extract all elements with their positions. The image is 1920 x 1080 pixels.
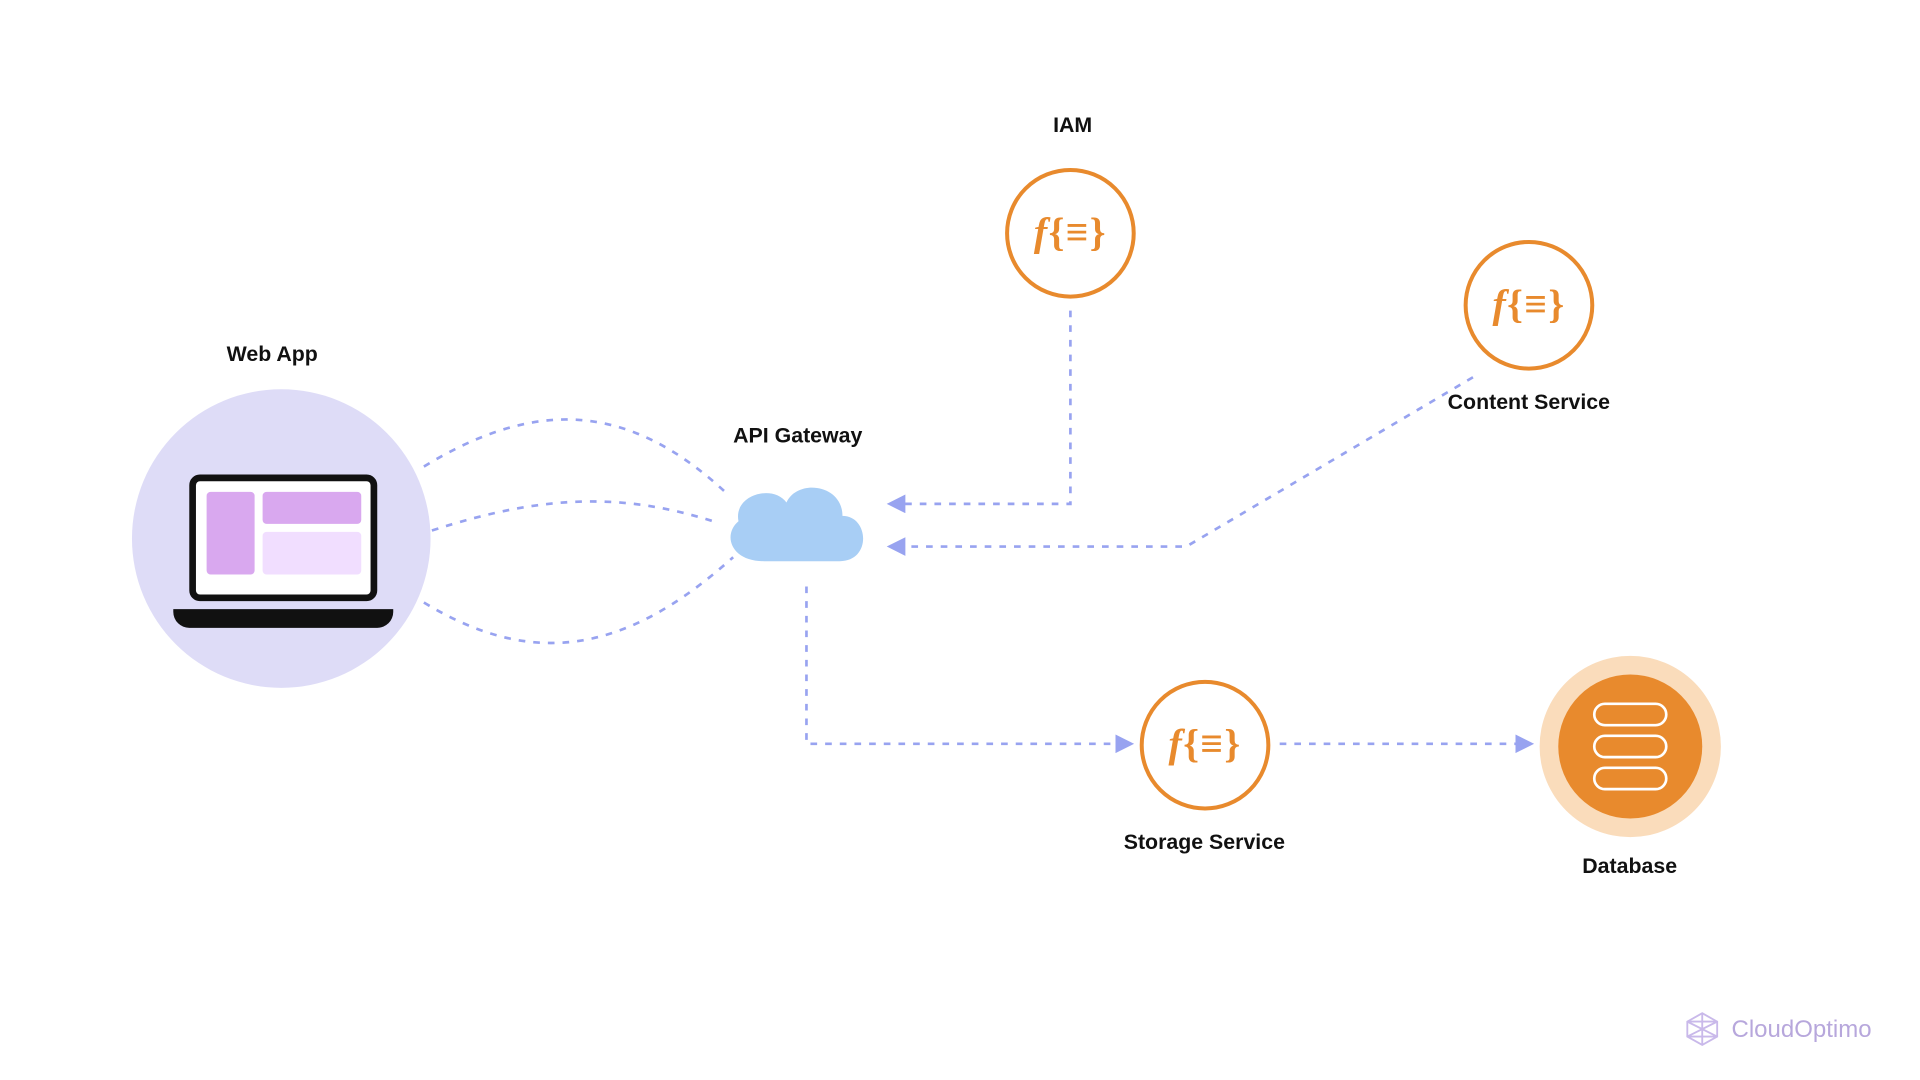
db-row bbox=[1593, 766, 1668, 790]
connector-webapp-gateway-1 bbox=[424, 419, 727, 493]
function-glyph: f{≡} bbox=[1492, 283, 1565, 328]
laptop-panel-main bbox=[263, 532, 362, 575]
storage-label: Storage Service bbox=[1124, 832, 1285, 856]
db-row bbox=[1593, 702, 1668, 726]
content-label: Content Service bbox=[1448, 392, 1610, 416]
iam-label: IAM bbox=[1053, 115, 1092, 139]
content-function-icon: f{≡} bbox=[1464, 240, 1595, 371]
connector-webapp-gateway-2 bbox=[432, 501, 717, 530]
brand-watermark: CloudOptimo bbox=[1684, 1010, 1872, 1047]
laptop-icon bbox=[173, 475, 393, 628]
database-label: Database bbox=[1582, 856, 1677, 880]
connector-gateway-storage bbox=[806, 587, 1130, 744]
connector-iam-gateway bbox=[890, 311, 1070, 504]
iam-function-icon: f{≡} bbox=[1005, 168, 1136, 299]
connector-content-gateway bbox=[890, 377, 1473, 546]
cloud-icon bbox=[714, 471, 874, 575]
laptop-screen bbox=[189, 475, 377, 602]
laptop-panel-top bbox=[263, 492, 362, 524]
gateway-label: API Gateway bbox=[733, 425, 862, 449]
brand-logo-icon bbox=[1684, 1010, 1721, 1047]
database-icon bbox=[1558, 674, 1702, 818]
architecture-diagram: Web App API Gateway IAM f{≡} f{≡} Conten… bbox=[0, 0, 1920, 1080]
brand-name: CloudOptimo bbox=[1732, 1015, 1872, 1043]
function-glyph: f{≡} bbox=[1169, 722, 1242, 767]
connector-webapp-gateway-3 bbox=[424, 557, 733, 643]
laptop-base bbox=[173, 609, 393, 628]
function-glyph: f{≡} bbox=[1034, 211, 1107, 256]
webapp-label: Web App bbox=[227, 344, 318, 368]
storage-function-icon: f{≡} bbox=[1140, 680, 1271, 811]
db-row bbox=[1593, 734, 1668, 758]
laptop-panel-side bbox=[207, 492, 255, 575]
